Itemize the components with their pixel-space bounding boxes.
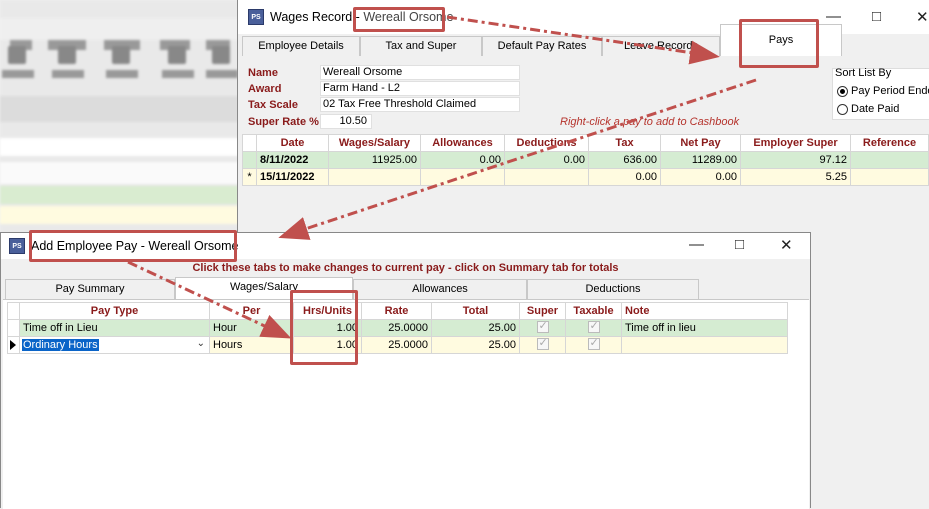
- annotation-arrows: [127, 15, 757, 339]
- arrow-pays-to-pay-window: [278, 78, 757, 240]
- arrow-title-to-hrs: [127, 260, 292, 339]
- arrow-name-to-pays: [446, 15, 720, 65]
